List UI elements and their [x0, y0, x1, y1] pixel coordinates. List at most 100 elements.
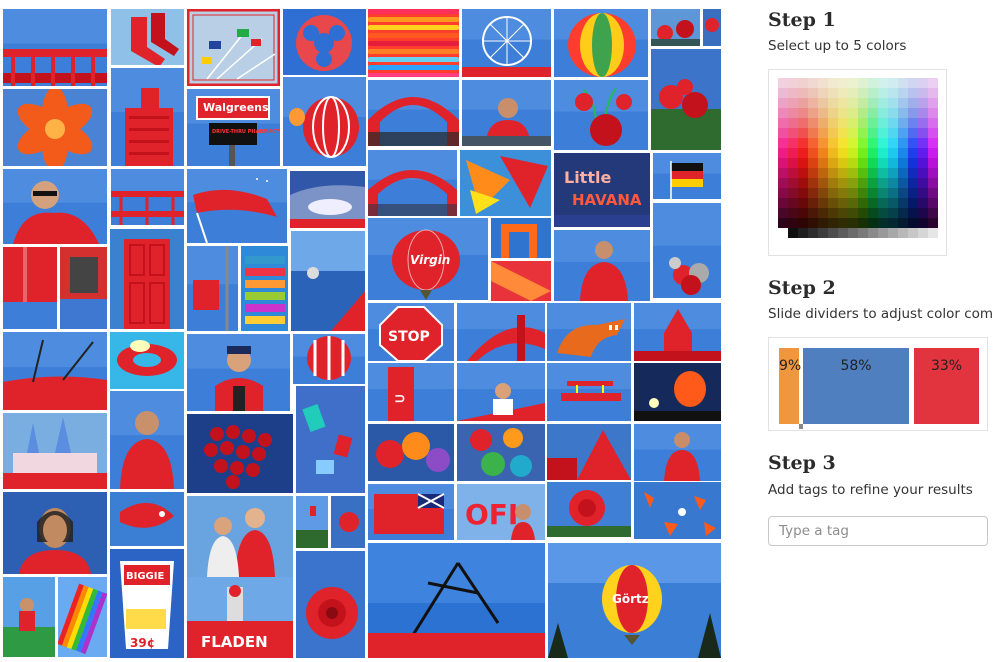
red-rose-large-photo[interactable]: [296, 551, 365, 658]
color-swatch[interactable]: [848, 148, 858, 158]
color-swatch[interactable]: [818, 198, 828, 208]
color-swatch[interactable]: [918, 208, 928, 218]
color-swatch[interactable]: [848, 98, 858, 108]
gortz-balloon-photo[interactable]: Görtz: [548, 543, 721, 658]
color-swatch[interactable]: [898, 108, 908, 118]
color-swatch[interactable]: [868, 158, 878, 168]
color-swatch[interactable]: [788, 98, 798, 108]
color-swatch[interactable]: [818, 228, 828, 238]
color-swatch[interactable]: [868, 128, 878, 138]
color-swatch[interactable]: [868, 228, 878, 238]
color-swatch[interactable]: [848, 138, 858, 148]
color-swatch[interactable]: [918, 128, 928, 138]
color-swatch[interactable]: [928, 218, 938, 228]
color-swatch[interactable]: [838, 78, 848, 88]
window-colors-photo[interactable]: [60, 247, 107, 329]
color-swatch[interactable]: [908, 138, 918, 148]
color-swatch[interactable]: [798, 98, 808, 108]
color-swatch[interactable]: [908, 88, 918, 98]
street-banner-photo[interactable]: [187, 246, 238, 331]
color-swatch[interactable]: [888, 198, 898, 208]
color-swatch[interactable]: [778, 88, 788, 98]
color-swatch[interactable]: [788, 168, 798, 178]
color-swatch[interactable]: [798, 148, 808, 158]
color-swatch[interactable]: [838, 118, 848, 128]
color-swatch[interactable]: [928, 128, 938, 138]
balloon-dusk-photo[interactable]: [634, 363, 721, 421]
stop-sign-photo[interactable]: STOP: [368, 303, 454, 361]
color-swatch[interactable]: [868, 88, 878, 98]
color-swatch[interactable]: [918, 118, 928, 128]
color-swatch[interactable]: [868, 208, 878, 218]
color-swatch[interactable]: [788, 108, 798, 118]
flags-photo[interactable]: [187, 9, 280, 86]
railing-small-photo[interactable]: [111, 169, 184, 225]
red-sign-building-photo[interactable]: [547, 424, 631, 480]
color-swatch[interactable]: [808, 118, 818, 128]
red-blue-wall-photo[interactable]: [3, 247, 57, 329]
color-swatch[interactable]: [808, 178, 818, 188]
color-swatch[interactable]: [808, 98, 818, 108]
fish-kite-photo[interactable]: [110, 492, 184, 546]
color-swatch[interactable]: [818, 208, 828, 218]
color-swatch[interactable]: [848, 188, 858, 198]
color-swatch[interactable]: [878, 228, 888, 238]
striped-balloon-2-photo[interactable]: [293, 334, 365, 384]
color-swatch[interactable]: [788, 208, 798, 218]
color-swatch[interactable]: [778, 98, 788, 108]
color-swatch[interactable]: [918, 168, 928, 178]
color-swatch[interactable]: [798, 118, 808, 128]
color-swatch[interactable]: [848, 88, 858, 98]
color-swatch[interactable]: [798, 138, 808, 148]
color-swatch[interactable]: [828, 188, 838, 198]
color-swatch[interactable]: [928, 148, 938, 158]
biplane-photo[interactable]: [547, 363, 631, 421]
red-boat-photo[interactable]: [3, 332, 107, 410]
color-swatch[interactable]: [908, 228, 918, 238]
color-swatch[interactable]: [918, 158, 928, 168]
color-swatch[interactable]: [928, 228, 938, 238]
color-swatch[interactable]: [858, 118, 868, 128]
color-swatch[interactable]: [888, 118, 898, 128]
color-swatch[interactable]: [778, 118, 788, 128]
color-swatch[interactable]: [898, 88, 908, 98]
color-swatch[interactable]: [818, 188, 828, 198]
color-swatch[interactable]: [818, 218, 828, 228]
rider-photo[interactable]: [3, 577, 55, 657]
color-swatch[interactable]: [868, 138, 878, 148]
badges-photo[interactable]: [457, 424, 545, 481]
color-swatch[interactable]: [798, 208, 808, 218]
color-swatch[interactable]: [838, 158, 848, 168]
cherries-plate-photo[interactable]: [187, 414, 293, 493]
color-swatch[interactable]: [908, 168, 918, 178]
color-swatch[interactable]: [918, 198, 928, 208]
color-swatch[interactable]: [918, 138, 928, 148]
color-swatch[interactable]: [778, 198, 788, 208]
red-shapes-photo[interactable]: [491, 261, 551, 301]
color-swatch[interactable]: [888, 148, 898, 158]
slider-handle-tab[interactable]: [799, 424, 803, 429]
red-banner-photo[interactable]: ⊃: [368, 363, 454, 421]
color-swatch[interactable]: [928, 198, 938, 208]
pool-float-photo[interactable]: [110, 332, 184, 389]
color-swatch[interactable]: [778, 158, 788, 168]
color-swatch[interactable]: [828, 228, 838, 238]
color-swatch[interactable]: [868, 168, 878, 178]
color-swatch[interactable]: [798, 198, 808, 208]
color-swatch[interactable]: [838, 188, 848, 198]
virgin-balloon-photo[interactable]: Virgin: [368, 218, 488, 300]
color-tubes-photo[interactable]: [368, 9, 459, 77]
color-swatch[interactable]: [808, 228, 818, 238]
color-swatch[interactable]: [928, 138, 938, 148]
color-swatch[interactable]: [818, 118, 828, 128]
color-swatch[interactable]: [808, 188, 818, 198]
color-swatch[interactable]: [798, 128, 808, 138]
color-swatch[interactable]: [888, 218, 898, 228]
color-swatch[interactable]: [898, 98, 908, 108]
color-swatch[interactable]: [818, 178, 828, 188]
color-swatch[interactable]: [918, 218, 928, 228]
woman-red-coat-photo[interactable]: [634, 424, 721, 481]
color-swatch[interactable]: [808, 208, 818, 218]
color-swatch[interactable]: [918, 98, 928, 108]
color-swatch[interactable]: [918, 178, 928, 188]
